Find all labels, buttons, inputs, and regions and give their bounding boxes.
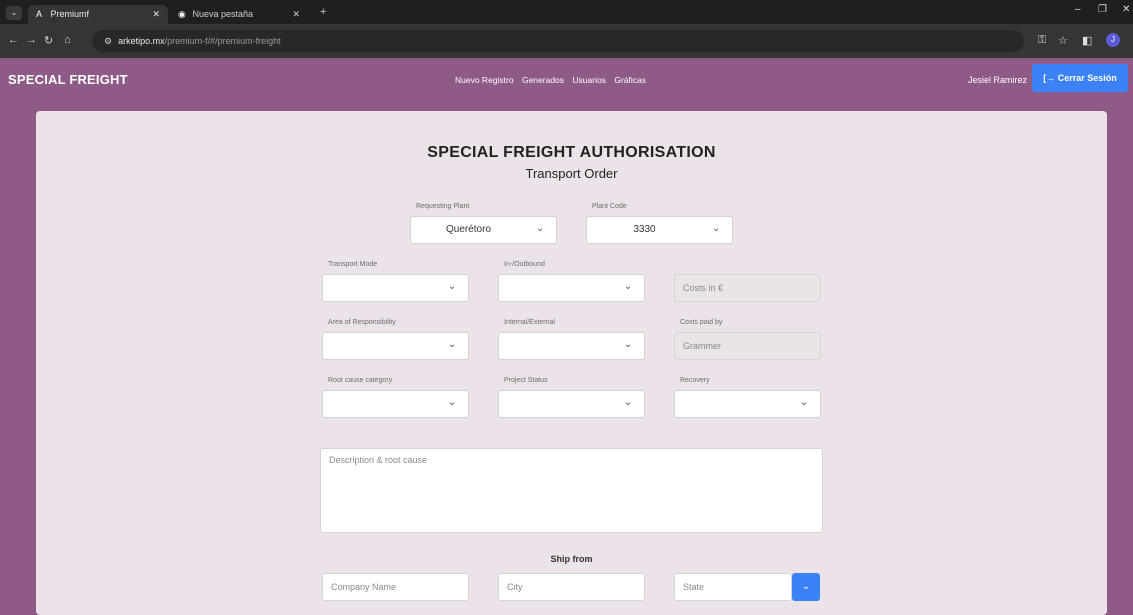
state-dropdown-button[interactable]: ⌄	[792, 573, 820, 601]
site-info-icon[interactable]: ⚙	[104, 36, 112, 46]
costs-paid-by-label: Costs paid by	[680, 319, 723, 326]
tab-favicon-icon: A	[36, 9, 43, 19]
logout-button[interactable]: [→ Cerrar Sesión	[1032, 64, 1128, 92]
area-responsibility-select[interactable]: ⌄	[322, 332, 469, 360]
costs-input[interactable]: Costs in €	[674, 274, 821, 302]
new-tab-plus-icon[interactable]: +	[320, 6, 326, 18]
plant-code-value: 3330	[633, 224, 656, 235]
tab-label: Nueva pestaña	[192, 9, 254, 19]
state-input[interactable]: State	[674, 573, 792, 601]
tab-favicon-icon: ◉	[178, 9, 186, 19]
requesting-plant-select[interactable]: Querétoro ⌄	[410, 216, 557, 244]
url-host: arketipo.mx	[118, 36, 165, 46]
project-status-select[interactable]: ⌄	[498, 390, 645, 418]
url-path: /premium-f/#/premium-freight	[164, 36, 281, 46]
chevron-down-icon: ⌄	[800, 397, 809, 408]
back-icon[interactable]: ←	[8, 34, 19, 46]
recovery-label: Recovery	[680, 377, 710, 384]
home-icon[interactable]: ⌂	[64, 34, 71, 46]
logout-label: Cerrar Sesión	[1057, 73, 1117, 83]
project-status-label: Project Status	[504, 377, 548, 384]
tab-label: Premiumf	[50, 9, 90, 19]
description-textarea[interactable]: Description & root cause	[320, 448, 823, 533]
tab-premiumf[interactable]: A Premiumf ✕	[28, 5, 168, 24]
minimize-icon[interactable]: –	[1075, 4, 1081, 15]
chevron-down-icon: ⌄	[624, 339, 633, 350]
transport-mode-label: Transport Mode	[328, 261, 378, 268]
internal-external-label: Internal/External	[504, 319, 555, 326]
chevron-down-icon: ⌄	[624, 281, 633, 292]
address-bar[interactable]: ⚙ arketipo.mx/premium-f/#/premium-freight	[92, 30, 1024, 52]
nav-nuevo-registro[interactable]: Nuevo Registro	[455, 75, 514, 85]
window-close-icon[interactable]: ✕	[1122, 4, 1130, 15]
nav-generados[interactable]: Generados	[522, 75, 564, 85]
in-outbound-select[interactable]: ⌄	[498, 274, 645, 302]
nav-links: Nuevo Registro Generados Usuarios Gráfic…	[455, 75, 652, 85]
in-outbound-label: In-/Outbound	[504, 261, 545, 268]
requesting-plant-label: Requesting Plant	[416, 203, 470, 210]
app-navbar: SPECIAL FREIGHT Nuevo Registro Generados…	[0, 58, 1133, 100]
chevron-down-icon: ⌄	[624, 397, 633, 408]
user-name: Jesiel Ramirez	[968, 75, 1028, 85]
browser-tab-bar: ⌄ A Premiumf ✕ ◉ Nueva pestaña ✕ + – ❐ ✕	[0, 0, 1133, 24]
reload-icon[interactable]: ↻	[44, 34, 53, 47]
page-subtitle: Transport Order	[525, 166, 618, 181]
password-key-icon[interactable]: ⚿	[1038, 34, 1046, 47]
browser-toolbar: ← → ↻ ⌂ ⚙ arketipo.mx/premium-f/#/premium…	[0, 24, 1133, 58]
chevron-down-icon: ⌄	[712, 223, 721, 234]
page-title: SPECIAL FREIGHT AUTHORISATION	[427, 144, 716, 161]
chevron-down-icon: ⌄	[801, 581, 811, 592]
recovery-select[interactable]: ⌄	[674, 390, 821, 418]
close-icon[interactable]: ✕	[292, 5, 300, 24]
sidepanel-icon[interactable]: ◧	[1082, 34, 1092, 47]
city-input[interactable]: City	[498, 573, 645, 601]
chevron-down-icon: ⌄	[448, 397, 457, 408]
plant-code-select[interactable]: 3330 ⌄	[586, 216, 733, 244]
root-cause-category-label: Root cause category	[328, 377, 393, 384]
tab-new-tab[interactable]: ◉ Nueva pestaña ✕	[170, 5, 308, 24]
logout-icon: [→	[1043, 73, 1056, 83]
transport-mode-select[interactable]: ⌄	[322, 274, 469, 302]
chevron-down-icon: ⌄	[448, 281, 457, 292]
profile-avatar[interactable]: J	[1106, 33, 1120, 47]
brand-logo-text[interactable]: SPECIAL FREIGHT	[8, 72, 128, 87]
ship-from-heading: Ship from	[550, 554, 593, 564]
tab-search-icon[interactable]: ⌄	[6, 6, 22, 20]
area-responsibility-label: Area of Responsibility	[328, 319, 396, 326]
form-card: SPECIAL FREIGHT AUTHORISATION Transport …	[36, 111, 1107, 615]
plant-code-label: Plant Code	[592, 203, 627, 210]
maximize-icon[interactable]: ❐	[1098, 4, 1107, 15]
root-cause-category-select[interactable]: ⌄	[322, 390, 469, 418]
nav-graficas[interactable]: Gráficas	[614, 75, 646, 85]
company-name-input[interactable]: Company Name	[322, 573, 469, 601]
nav-usuarios[interactable]: Usuarios	[572, 75, 606, 85]
costs-paid-by-field: Grammer	[674, 332, 821, 360]
internal-external-select[interactable]: ⌄	[498, 332, 645, 360]
bookmark-star-icon[interactable]: ☆	[1058, 34, 1068, 47]
chevron-down-icon: ⌄	[448, 339, 457, 350]
requesting-plant-value: Querétoro	[445, 224, 492, 235]
forward-icon[interactable]: →	[26, 34, 37, 46]
close-icon[interactable]: ✕	[152, 5, 160, 24]
chevron-down-icon: ⌄	[536, 223, 545, 234]
